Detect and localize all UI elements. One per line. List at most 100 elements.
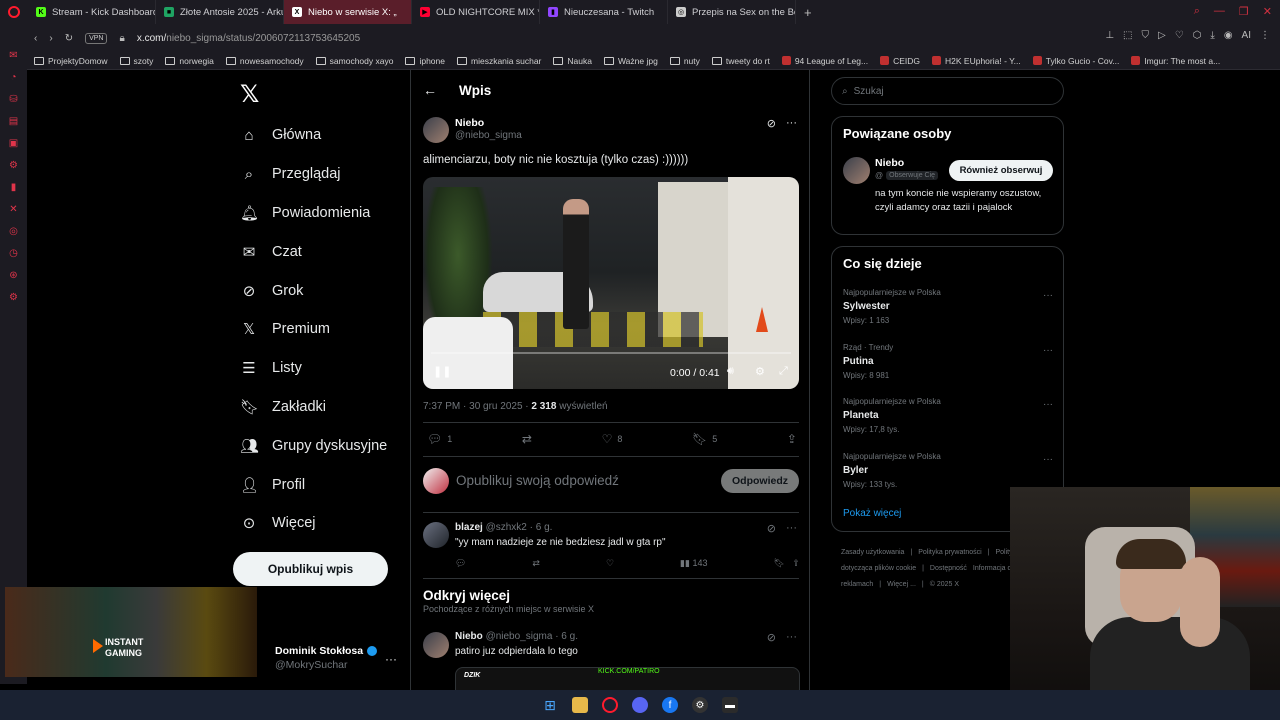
more-options-icon[interactable]: ···	[786, 631, 797, 644]
terminal-icon[interactable]: ▬	[722, 697, 738, 713]
more-options-icon[interactable]: ···	[786, 117, 797, 130]
author-name[interactable]: Niebo	[455, 117, 484, 129]
repost-action[interactable]: ⇄	[522, 432, 532, 446]
browser-tab[interactable]: ▮ Nieuczesana - Twitch	[540, 0, 668, 24]
flow-icon[interactable]: ⊛	[9, 270, 17, 282]
bookmark-item[interactable]: samochody xayo	[315, 56, 393, 66]
nav-item[interactable]: ⊘ Grok	[240, 271, 410, 310]
share-action[interactable]: ⇪	[787, 432, 797, 446]
search-tabs-icon[interactable]: ⌕	[1194, 5, 1200, 18]
trend-item[interactable]: Najpopularniejsze w Polska Sylwester Wpisy…	[843, 288, 1053, 325]
bookmark-action[interactable]: 🔖︎ 5	[692, 432, 717, 446]
settings-icon[interactable]: ⚙	[9, 292, 18, 304]
history-icon[interactable]: ◔	[10, 72, 16, 84]
trend-more-icon[interactable]: ···	[1043, 345, 1053, 356]
account-more-icon[interactable]: ···	[385, 652, 397, 666]
browser-tab[interactable]: K Stream - Kick Dashboard	[28, 0, 156, 24]
file-explorer-icon[interactable]	[572, 697, 588, 713]
pin-icon[interactable]: ⊥	[1105, 30, 1114, 41]
discover-avatar[interactable]	[423, 632, 449, 658]
menu-icon[interactable]: ⋮	[1260, 30, 1270, 41]
browser-tab[interactable]: ▶ OLD NIGHTCORE MIX *20	[412, 0, 540, 24]
footer-link[interactable]: Więcej ...	[887, 581, 916, 588]
pinboard-icon[interactable]: ▤	[9, 116, 18, 128]
discover-author[interactable]: Niebo	[455, 631, 483, 642]
like-action[interactable]: ♡ 8	[602, 432, 623, 446]
player-icon[interactable]: ▷	[1158, 30, 1166, 41]
bookmark-item[interactable]: norwegia	[165, 56, 214, 66]
reply-submit-button[interactable]: Odpowiedz	[721, 469, 799, 493]
comment-reply-icon[interactable]: 💬︎	[455, 558, 466, 569]
discover-media[interactable]: DZIK KICK.COM/PATIRO	[455, 667, 800, 690]
bookmark-item[interactable]: CEIDG	[880, 56, 920, 66]
volume-icon[interactable]: 🔊︎	[727, 365, 734, 378]
back-arrow-icon[interactable]: ←	[423, 82, 437, 98]
trend-item[interactable]: Rząd · Trendy Putina Wpisy: 8 981 ···	[843, 343, 1053, 380]
video-progress-bar[interactable]	[431, 352, 791, 354]
footer-link[interactable]: Dostępność	[930, 565, 967, 572]
search-box[interactable]: ⌕ Szukaj	[831, 77, 1064, 105]
reload-icon[interactable]: ↻	[65, 33, 73, 44]
new-tab-button[interactable]: +	[796, 5, 820, 20]
footer-link[interactable]: Polityka prywatności	[918, 549, 981, 556]
bookmark-item[interactable]: Imgur: The most a...	[1131, 56, 1220, 66]
bookmark-item[interactable]: H2K EUphoria! - Y...	[932, 56, 1021, 66]
x-icon[interactable]: ✕	[9, 204, 17, 216]
steam-icon[interactable]: ⚙	[692, 697, 708, 713]
author-avatar[interactable]	[423, 117, 449, 143]
nav-item[interactable]: ✉ Czat	[240, 232, 410, 271]
trend-more-icon[interactable]: ···	[1043, 399, 1053, 410]
grok-icon[interactable]: ⊘	[767, 117, 776, 130]
video-settings-icon[interactable]: ⚙	[755, 365, 765, 378]
comment-like-icon[interactable]: ♡	[606, 558, 614, 569]
forward-icon[interactable]: ›	[49, 33, 52, 44]
trend-more-icon[interactable]: ···	[1043, 290, 1053, 301]
facebook-icon[interactable]: f	[662, 697, 678, 713]
nav-item[interactable]: ☰ Listy	[240, 349, 410, 388]
footer-link[interactable]: Zasady użytkowania	[841, 549, 904, 556]
bookmark-item[interactable]: szoty	[119, 56, 153, 66]
pause-icon[interactable]: ❚❚	[433, 365, 451, 378]
bookmark-item[interactable]: Tylko Gucio - Cov...	[1032, 56, 1119, 66]
nav-item[interactable]: 🔖︎ Zakładki	[240, 388, 410, 427]
bookmark-item[interactable]: ProjektyDomow	[34, 56, 108, 66]
reply-action[interactable]: 💬︎ 1	[427, 432, 452, 446]
nav-item[interactable]: 👤︎ Profil	[240, 465, 410, 504]
bookmark-item[interactable]: Nauka	[553, 56, 592, 66]
video-player[interactable]: ❚❚ 0:00 / 0:41 🔊︎ ⚙ ⤢	[423, 177, 799, 389]
comment-avatar[interactable]	[423, 522, 449, 548]
follow-back-button[interactable]: Również obserwuj	[949, 160, 1053, 181]
messenger-icon[interactable]: ✉	[9, 50, 17, 62]
account-switcher[interactable]: Dominik Stokłosa @MokrySuchar	[275, 645, 378, 671]
opera-menu-icon[interactable]	[0, 0, 28, 24]
vpn-badge[interactable]: VPN	[85, 32, 108, 44]
mail-icon[interactable]: ▣	[9, 138, 18, 150]
maximize-icon[interactable]: ❐	[1239, 5, 1249, 18]
browser-tab[interactable]: ◎ Przepis na Sex on the Bea	[668, 0, 796, 24]
snapshot-icon[interactable]: ⬚	[1123, 30, 1132, 41]
bookmark-item[interactable]: iphone	[405, 56, 445, 66]
nav-item[interactable]: ⌂ Główna	[240, 116, 410, 155]
back-icon[interactable]: ‹	[34, 33, 37, 44]
bookmark-item[interactable]: tweety do rt	[711, 56, 770, 66]
grok-icon[interactable]: ⊘	[767, 631, 776, 644]
download-icon[interactable]: ⤓	[1210, 30, 1214, 41]
comment-author[interactable]: blazej	[455, 522, 483, 533]
author-handle[interactable]: @niebo_sigma	[455, 130, 522, 141]
close-window-icon[interactable]: ✕	[1263, 5, 1272, 18]
profile-icon[interactable]: ◉	[1224, 30, 1233, 41]
comment-bookmark-icon[interactable]: 🔖︎	[773, 558, 784, 568]
fullscreen-icon[interactable]: ⤢	[779, 365, 788, 378]
extensions-icon[interactable]: ⬡	[1193, 30, 1202, 41]
reply-input[interactable]: Opublikuj swoją odpowiedź	[456, 473, 619, 488]
bookmark-item[interactable]: nuty	[669, 56, 700, 66]
nav-item[interactable]: 👥︎ Grupy dyskusyjne	[240, 426, 410, 465]
comment-views[interactable]: ▮▮ 143	[680, 558, 707, 569]
nav-item[interactable]: 𝕏 Premium	[240, 310, 410, 349]
ai-button[interactable]: AI	[1242, 30, 1251, 41]
discord-icon[interactable]	[632, 697, 648, 713]
browser-tab[interactable]: X Niebo w serwisie X: „	[284, 0, 412, 24]
show-more-link[interactable]: Pokaż więcej	[843, 508, 901, 519]
related-avatar[interactable]	[843, 157, 870, 184]
trend-item[interactable]: Najpopularniejsze w Polska Planeta Wpisy: …	[843, 397, 1053, 434]
